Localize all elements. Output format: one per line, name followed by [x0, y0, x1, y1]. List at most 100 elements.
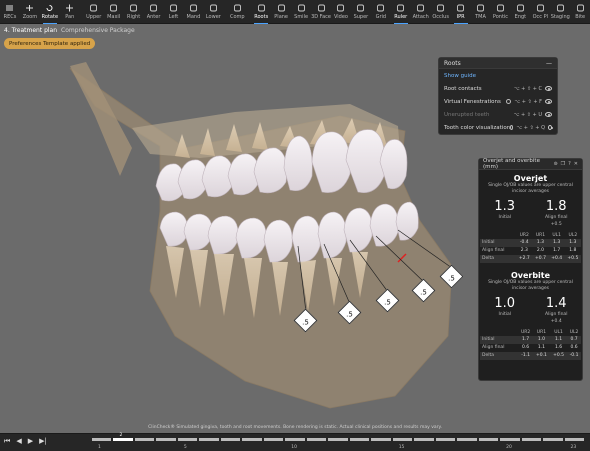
right-view-icon — [129, 4, 138, 12]
tool-label: Pan — [65, 14, 75, 20]
row-label: Delta — [482, 256, 495, 262]
stage-segment[interactable] — [220, 438, 241, 441]
previous-stage-icon[interactable]: ◀ — [16, 437, 21, 446]
unerupted-teeth-row[interactable]: Unerupted teeth ⌥ + ⇧ + U — [439, 108, 557, 121]
overjet-table: UR2 UR1 UL1 UL2 Initial -0.4 1.3 1.3 1.3 Align fi… — [480, 232, 581, 263]
tool-rotate[interactable]: Rotate — [40, 0, 60, 24]
copy-icon[interactable]: ❐ — [561, 161, 565, 167]
tool-occlus[interactable]: Occlus — [431, 0, 451, 24]
stage-segment[interactable] — [285, 438, 305, 441]
stage-segment[interactable] — [242, 438, 262, 441]
stage-segment[interactable] — [92, 438, 112, 441]
tool-pan[interactable]: Pan — [60, 0, 80, 24]
stage-bar[interactable]: 2 — [92, 433, 586, 444]
occlusion-icon — [436, 4, 445, 12]
tool-video[interactable]: Video — [331, 0, 351, 24]
tool-maxil[interactable]: Maxil — [104, 0, 124, 24]
tool-smile[interactable]: Smile — [291, 0, 311, 24]
eye-icon[interactable] — [545, 112, 552, 117]
play-icon[interactable]: ▶ — [28, 437, 33, 446]
tool-plane[interactable]: Plane — [271, 0, 291, 24]
info-icon[interactable] — [506, 99, 512, 104]
tool-label: 3D Face — [311, 14, 331, 20]
tool-lower[interactable]: Lower — [203, 0, 223, 24]
root-contacts-row[interactable]: Root contacts ⌥ + ⇧ + C — [439, 82, 557, 95]
info-icon[interactable] — [510, 125, 514, 130]
stage-segment[interactable] — [134, 438, 155, 441]
stage-segment[interactable] — [564, 438, 584, 441]
eye-icon[interactable] — [545, 99, 552, 104]
stage-segment[interactable] — [435, 438, 456, 441]
stage-segment[interactable] — [263, 438, 284, 441]
ipr-label-text: .5 — [346, 309, 353, 318]
ipr-icon — [456, 4, 465, 12]
pin-icon[interactable]: ⊚ — [553, 161, 557, 167]
table-cell: 0.6 — [570, 345, 578, 351]
stage-segment[interactable] — [543, 438, 563, 441]
current-stage-label: 2 — [119, 433, 123, 438]
stage-tick: 10 — [291, 445, 298, 450]
stage-segment[interactable] — [521, 438, 542, 441]
tool-pontic[interactable]: Pontic — [491, 0, 511, 24]
tool-recs[interactable]: RECs — [0, 0, 20, 24]
tool-right[interactable]: Right — [124, 0, 144, 24]
stage-segment[interactable] — [113, 438, 133, 441]
stage-segment[interactable] — [156, 438, 176, 441]
stage-segment[interactable] — [199, 438, 219, 441]
collapse-icon[interactable]: — — [546, 60, 552, 67]
tool-roots[interactable]: Roots — [251, 0, 271, 24]
tool-3d-face[interactable]: 3D Face — [311, 0, 331, 24]
tool-tma[interactable]: TMA — [471, 0, 491, 24]
stage-segment[interactable] — [414, 438, 434, 441]
ipr-label-text: .5 — [448, 273, 455, 282]
tool-left[interactable]: Left — [164, 0, 184, 24]
overjet-note: Single OJ/OB values are upper central in… — [488, 183, 573, 194]
tool-label: Rotate — [41, 14, 59, 20]
virtual-fenestrations-row[interactable]: Virtual Fenestrations ⌥ + ⇧ + F — [439, 95, 557, 108]
overbite-summary: 1.0 Initial 1.4 Align final +0.4 — [479, 296, 582, 325]
stage-segment[interactable] — [392, 438, 413, 441]
tool-upper[interactable]: Upper — [84, 0, 104, 24]
next-stage-icon[interactable]: ▶| — [39, 437, 47, 446]
column-header: UL2 — [569, 329, 579, 335]
tool-staging[interactable]: Staging — [550, 0, 570, 24]
stage-segment[interactable] — [371, 438, 391, 441]
tool-zoom[interactable]: Zoom — [20, 0, 40, 24]
tool-grid[interactable]: Grid — [371, 0, 391, 24]
preferences-template-badge[interactable]: Preferences Template applied — [4, 38, 96, 49]
table-cell: 1.8 — [569, 248, 577, 254]
table-cell: 1.1 — [537, 345, 546, 351]
stage-segment[interactable] — [478, 438, 499, 441]
tool-engt[interactable]: Engt — [510, 0, 530, 24]
tool-comp[interactable]: Comp — [227, 0, 247, 24]
stage-segment[interactable] — [306, 438, 327, 441]
tool-ruler[interactable]: Ruler — [391, 0, 411, 24]
video-icon — [336, 4, 345, 12]
tool-super[interactable]: Super — [351, 0, 371, 24]
tool-bite[interactable]: Bite — [570, 0, 590, 24]
show-guide-link[interactable]: Show guide — [439, 69, 557, 82]
table-cell: 1.3 — [553, 240, 561, 246]
stage-segment[interactable] — [177, 438, 198, 441]
tool-ipr[interactable]: IPR — [451, 0, 471, 24]
table-cell: 1.1 — [555, 337, 563, 343]
help-icon[interactable]: ? — [568, 161, 571, 167]
eye-icon[interactable] — [545, 86, 552, 91]
plane-icon — [277, 4, 286, 12]
tool-attach[interactable]: Attach — [411, 0, 431, 24]
engager-icon — [516, 4, 525, 12]
table-cell: 2.0 — [536, 248, 545, 254]
eye-icon[interactable] — [548, 125, 553, 130]
close-icon[interactable]: ✕ — [574, 161, 578, 167]
stage-segment[interactable] — [457, 438, 477, 441]
occlusal-plane-icon — [536, 4, 545, 12]
tool-anter[interactable]: Anter — [144, 0, 164, 24]
stage-segment[interactable] — [328, 438, 348, 441]
tool-label: Video — [333, 14, 348, 20]
tool-occ-pl[interactable]: Occ Pl — [530, 0, 550, 24]
first-stage-icon[interactable]: ⏮ — [4, 437, 10, 446]
tool-mand[interactable]: Mand — [183, 0, 203, 24]
tooth-color-visualization-row[interactable]: Tooth color visualization ⌥ + ⇧ + Q — [439, 121, 557, 134]
stage-segment[interactable] — [349, 438, 370, 441]
stage-segment[interactable] — [500, 438, 520, 441]
